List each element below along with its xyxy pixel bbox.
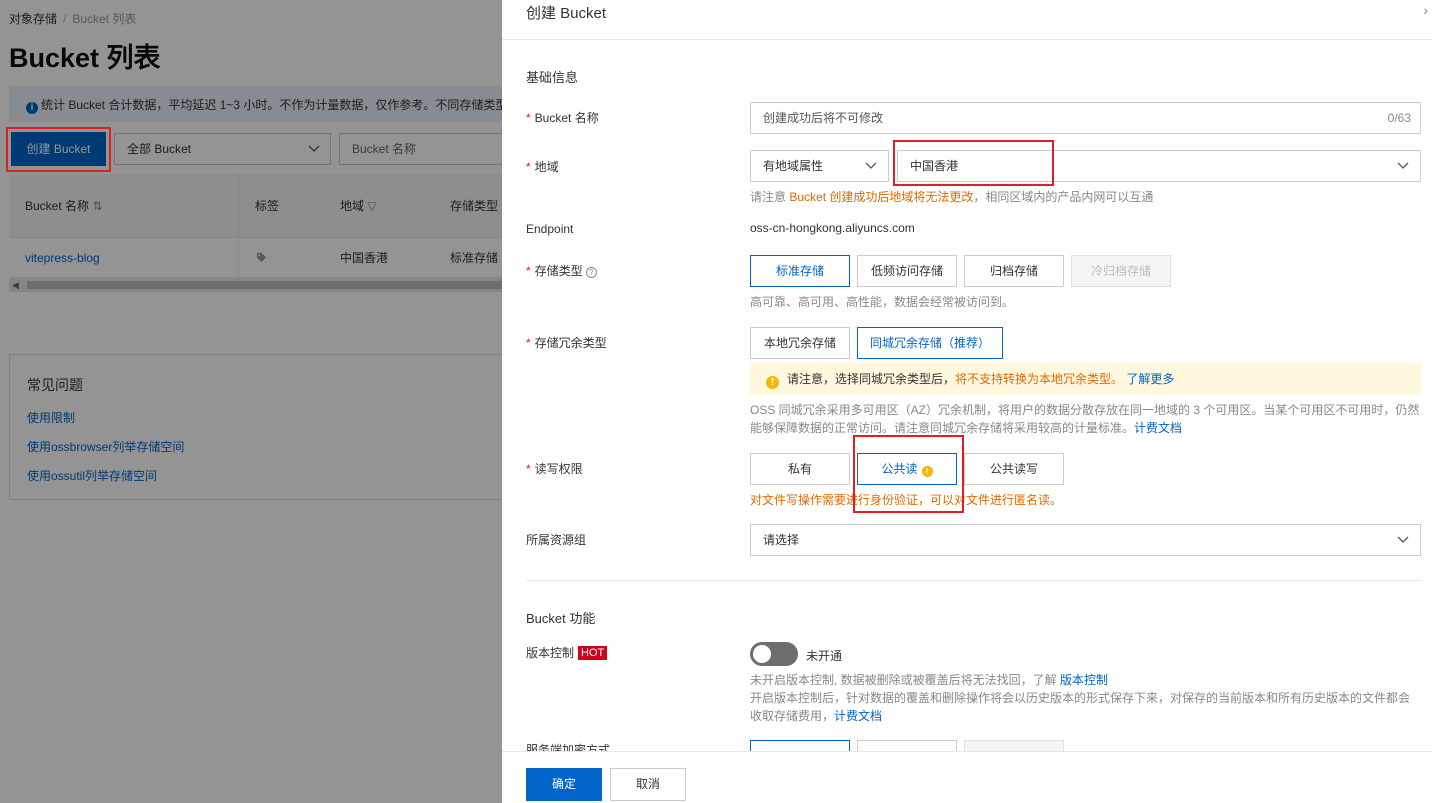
versioning-desc-2: 开启版本控制后，针对数据的覆盖和删除操作将会以历史版本的形式保存下来，对保存的当… [750,691,1411,723]
chevron-down-icon [1397,536,1409,543]
learn-more-link[interactable]: 了解更多 [1126,372,1174,386]
endpoint-value: oss-cn-hongkong.aliyuncs.com [750,221,915,235]
region-attr-select[interactable]: 有地域属性 [750,150,889,182]
resource-group-label: 所属资源组 [526,533,587,547]
storage-class-label: * 存储类型? [526,262,597,279]
chevron-down-icon [865,162,877,169]
versioning-label: 版本控制 HOT [526,644,608,661]
help-icon[interactable]: ? [585,267,597,278]
storage-option-archive[interactable]: 归档存储 [964,255,1064,287]
highlight-public-read [853,435,964,513]
redundancy-notice: ! 请注意，选择同城冗余类型后，将不支持转换为本地冗余类型。 了解更多 [750,363,1421,395]
versioning-toggle[interactable] [750,642,798,666]
endpoint-label: Endpoint [526,222,574,236]
storage-class-hint: 高可靠、高可用、高性能，数据会经常被访问到。 [750,295,1015,309]
highlight-create-button-outline [6,127,111,172]
highlight-region [893,140,1054,186]
acl-label: * 读写权限 [526,462,583,476]
bucket-name-label: * Bucket 名称 [526,111,599,125]
versioning-link[interactable]: 版本控制 [1060,673,1108,687]
redundancy-label: * 存储冗余类型 [526,336,607,350]
redundancy-option-lrs[interactable]: 本地冗余存储 [750,327,850,359]
redundancy-option-zrs[interactable]: 同城冗余存储（推荐） [857,327,1003,359]
confirm-button[interactable]: 确定 [526,768,602,801]
storage-option-ia[interactable]: 低频访问存储 [857,255,957,287]
chevron-down-icon [1397,162,1409,169]
versioning-desc-1: 未开启版本控制, 数据被删除或被覆盖后将无法找回，了解 版本控制 [750,673,1109,687]
versioning-state: 未开通 [806,649,843,663]
storage-option-cold-archive: 冷归档存储 [1071,255,1171,287]
overlay-mask[interactable] [0,0,502,803]
drawer-title: 创建 Bucket [526,5,607,22]
region-label: * 地域 [526,160,559,174]
create-bucket-drawer: 创建 Bucket › 基础信息 * Bucket 名称 创建成功后将不可修改 0… [502,0,1432,803]
bucket-name-input[interactable]: 创建成功后将不可修改 0/63 [750,102,1421,134]
acl-option-public-read-write[interactable]: 公共读写 [964,453,1064,485]
region-hint: 请注意 Bucket 创建成功后地域将无法更改，相同区域内的产品内网可以互通 [750,190,1154,204]
resource-group-select[interactable]: 请选择 [750,524,1421,556]
versioning-billing-link[interactable]: 计费文档 [834,709,882,723]
warning-icon: ! [766,376,779,389]
char-counter: 0/63 [1387,111,1411,125]
section-basic-info: 基础信息 [526,70,579,85]
cancel-button[interactable]: 取消 [610,768,686,801]
acl-option-private[interactable]: 私有 [750,453,850,485]
drawer-footer: 确定 取消 [502,751,1432,803]
bucket-name-placeholder: 创建成功后将不可修改 [763,111,884,125]
section-bucket-functions: Bucket 功能 [526,611,596,626]
redundancy-desc: OSS 同城冗余采用多可用区（AZ）冗余机制，将用户的数据分散存放在同一地域的 … [750,403,1420,435]
close-icon[interactable]: › [1423,2,1428,18]
hot-badge: HOT [578,646,608,660]
bucket-list-page: 对象存储 / Bucket 列表 Bucket 列表 i 统计 Bucket 合计数据… [0,0,502,803]
billing-doc-link[interactable]: 计费文档 [1134,421,1182,435]
storage-option-standard[interactable]: 标准存储 [750,255,850,287]
